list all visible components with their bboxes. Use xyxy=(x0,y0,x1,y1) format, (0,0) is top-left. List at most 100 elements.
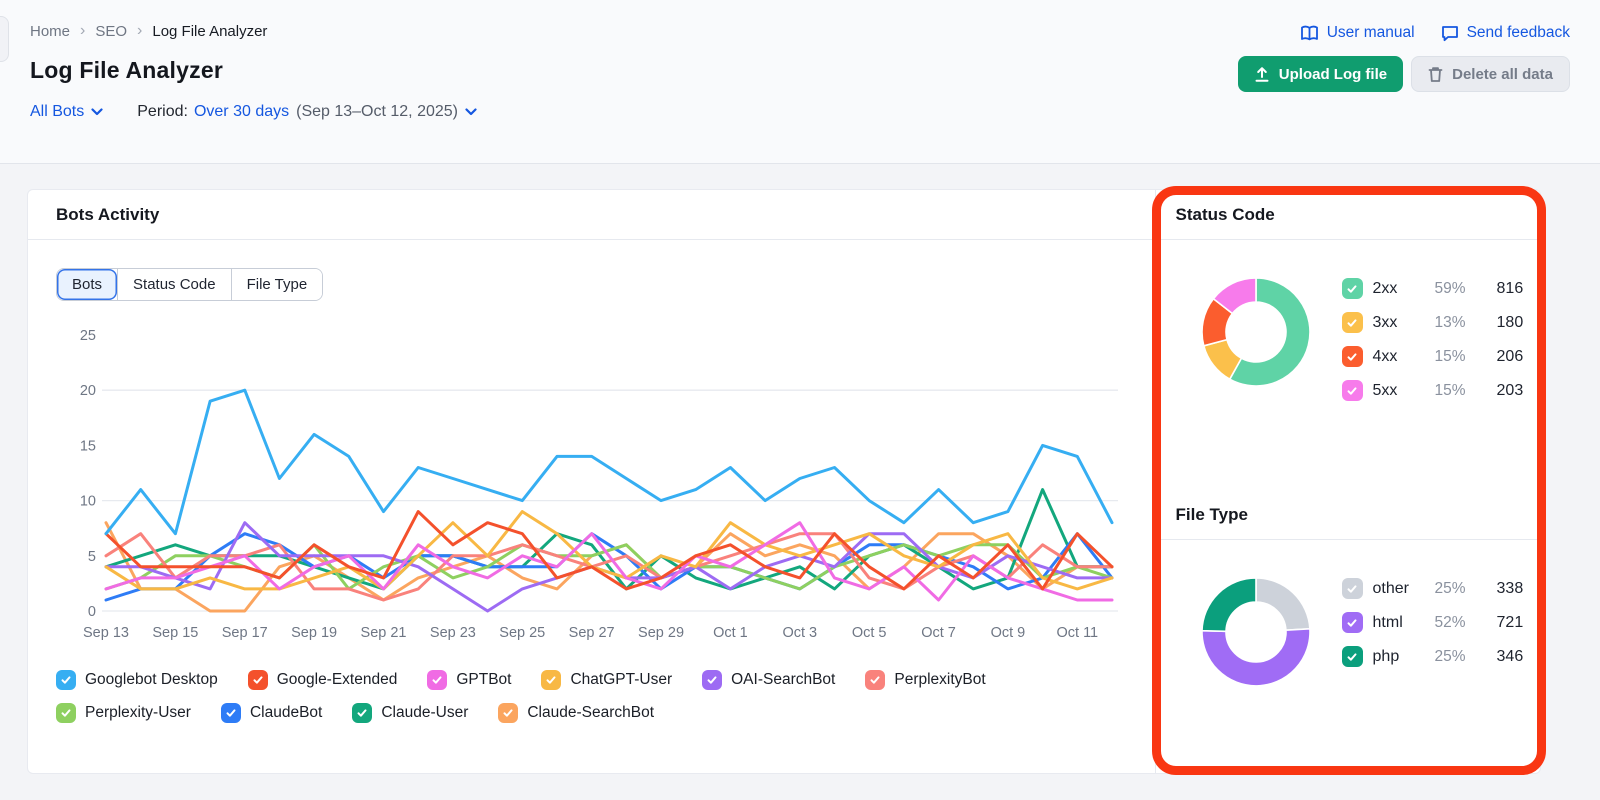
check-icon xyxy=(1347,284,1357,293)
donut-legend-label: 5xx xyxy=(1372,381,1398,399)
header-right: User manual Send feedback Upload Log fil… xyxy=(1237,22,1570,163)
upload-button-label: Upload Log file xyxy=(1278,65,1388,83)
legend-label: OAI-SearchBot xyxy=(731,671,836,688)
x-axis-tick-label: Oct 7 xyxy=(921,625,956,641)
bots-activity-body: Bots Status Code File Type 0 5 10 15 20 25 Sep 1… xyxy=(28,240,1155,723)
donut-legend-value: 346 xyxy=(1496,647,1524,665)
page-content: Bots Activity Bots Status Code File Type 0… xyxy=(0,164,1600,774)
checkbox-2xx[interactable] xyxy=(1341,278,1363,299)
checkbox-checked-icon[interactable] xyxy=(702,670,723,690)
check-icon xyxy=(503,709,513,717)
checkbox-php[interactable] xyxy=(1341,646,1363,667)
checkbox-5xx[interactable] xyxy=(1341,380,1363,401)
delete-all-data-button[interactable]: Delete all data xyxy=(1411,56,1570,92)
x-axis-tick-label: Sep 17 xyxy=(222,625,268,641)
checkbox-checked-icon[interactable] xyxy=(56,670,76,690)
y-axis-tick-label: 20 xyxy=(80,383,96,399)
tab-status-code[interactable]: Status Code xyxy=(117,269,231,300)
donut-legend-percent: 25% xyxy=(1434,579,1466,597)
status-code-legend: 2xx 59% 816 3xx 13% 180 4xx 15% 206 5xx 15% 203 xyxy=(1341,278,1523,401)
checkbox-checked-icon[interactable] xyxy=(498,703,519,723)
donut-legend-percent: 25% xyxy=(1434,647,1466,665)
period-dropdown[interactable]: Over 30 days (Sep 13–Oct 12, 2025) xyxy=(194,103,477,121)
donut-legend-label: other xyxy=(1372,579,1409,597)
checkbox-checked-icon[interactable] xyxy=(220,703,241,723)
x-axis-tick-label: Sep 19 xyxy=(291,625,337,641)
checkbox-checked-icon[interactable] xyxy=(865,670,886,690)
file-type-donut-chart xyxy=(1200,577,1311,687)
y-axis-tick-label: 0 xyxy=(88,604,96,620)
legend-label: Perplexity-User xyxy=(85,704,191,721)
donut-legend-label: html xyxy=(1372,613,1403,631)
checkbox-html[interactable] xyxy=(1341,612,1363,633)
legend-item-googlebot-desktop[interactable]: Googlebot Desktop xyxy=(56,670,218,690)
filters-row: All Bots Period: Over 30 days (Sep 13–Oc… xyxy=(30,103,477,121)
x-axis-tick-label: Oct 3 xyxy=(782,625,817,641)
x-axis-tick-label: Oct 9 xyxy=(991,625,1026,641)
tab-file-type[interactable]: File Type xyxy=(230,269,323,300)
legend-item-oai-searchbot[interactable]: OAI-SearchBot xyxy=(702,670,835,690)
sidebar-collapse-handle[interactable] xyxy=(0,16,9,62)
line-chart-wrap: 0 5 10 15 20 25 Sep 13 Sep 15 Sep 17 Sep 19 Sep 21… xyxy=(56,321,1127,656)
x-axis-tick-label: Sep 29 xyxy=(638,625,684,641)
legend-item-gptbot[interactable]: GPTBot xyxy=(427,670,511,690)
legend-item-google-extended[interactable]: Google-Extended xyxy=(247,670,397,690)
check-icon xyxy=(61,676,71,684)
checkbox-checked-icon[interactable] xyxy=(541,670,562,690)
legend-label: Googlebot Desktop xyxy=(85,671,218,688)
breadcrumb: Home › SEO › Log File Analyzer xyxy=(30,22,477,40)
send-feedback-link[interactable]: Send feedback xyxy=(1441,24,1570,42)
status-code-header: Status Code xyxy=(1155,190,1540,240)
status-code-title: Status Code xyxy=(1175,204,1275,224)
checkbox-4xx[interactable] xyxy=(1341,346,1363,367)
checkbox-checked-icon[interactable] xyxy=(56,703,76,723)
y-axis-tick-label: 10 xyxy=(80,494,96,510)
y-axis-tick-label: 15 xyxy=(80,438,96,454)
period-filter: Period: Over 30 days (Sep 13–Oct 12, 202… xyxy=(137,103,477,121)
checkbox-checked-icon[interactable] xyxy=(352,703,373,723)
checkbox-checked-icon[interactable] xyxy=(427,670,448,690)
x-axis-tick-label: Oct 1 xyxy=(713,625,748,641)
legend-label: PerplexityBot xyxy=(894,671,986,688)
legend-item-chatgpt-user[interactable]: ChatGPT-User xyxy=(541,670,672,690)
breadcrumb-item-seo[interactable]: SEO xyxy=(95,23,127,40)
check-icon xyxy=(546,676,556,684)
chart-view-tabs: Bots Status Code File Type xyxy=(56,268,324,301)
file-type-title: File Type xyxy=(1175,504,1248,524)
bots-filter-dropdown[interactable]: All Bots xyxy=(30,103,103,121)
status-code-body: 2xx 59% 816 3xx 13% 180 4xx 15% 206 5xx 15% 203 xyxy=(1156,240,1540,490)
donut-legend-value: 721 xyxy=(1496,613,1524,631)
checkbox-other[interactable] xyxy=(1341,578,1363,599)
check-icon xyxy=(253,676,263,684)
legend-item-claudebot[interactable]: ClaudeBot xyxy=(220,703,323,723)
dashboard-card: Bots Activity Bots Status Code File Type 0… xyxy=(27,189,1541,774)
tab-bots[interactable]: Bots xyxy=(57,269,118,300)
user-manual-link[interactable]: User manual xyxy=(1300,24,1415,42)
legend-item-perplexitybot[interactable]: PerplexityBot xyxy=(865,670,986,690)
legend-item-claude-searchbot[interactable]: Claude-SearchBot xyxy=(498,703,654,723)
donut-legend-label: 3xx xyxy=(1372,313,1398,331)
checkbox-checked-icon[interactable] xyxy=(247,670,268,690)
legend-item-claude-user[interactable]: Claude-User xyxy=(352,703,468,723)
x-axis-tick-label: Sep 15 xyxy=(152,625,198,641)
checkbox-3xx[interactable] xyxy=(1341,312,1363,333)
check-icon xyxy=(870,676,880,684)
breadcrumb-item-home[interactable]: Home xyxy=(30,23,70,40)
donut-legend-label: 4xx xyxy=(1372,347,1398,365)
donut-slice-php xyxy=(1200,577,1257,633)
donut-legend-percent: 15% xyxy=(1434,347,1466,365)
donut-legend-percent: 13% xyxy=(1434,313,1466,331)
file-type-header: File Type xyxy=(1155,490,1540,540)
y-axis-tick-label: 25 xyxy=(80,328,96,344)
legend-item-perplexity-user[interactable]: Perplexity-User xyxy=(56,703,191,723)
side-panels: Status Code 2xx 59% 816 3xx 13% 180 4xx 15% 206 5… xyxy=(1154,190,1540,773)
legend-label: ChatGPT-User xyxy=(570,671,673,688)
upload-log-file-button[interactable]: Upload Log file xyxy=(1237,56,1404,92)
page-title: Log File Analyzer xyxy=(30,57,223,83)
donut-legend-label: php xyxy=(1372,647,1400,665)
donut-legend-value: 338 xyxy=(1496,579,1524,597)
legend-label: ClaudeBot xyxy=(249,704,323,721)
bots-activity-line-chart: 0 5 10 15 20 25 Sep 13 Sep 15 Sep 17 Sep 19 Sep 21… xyxy=(80,328,1118,641)
donut-slice-html xyxy=(1200,628,1311,687)
x-axis-tick-label: Sep 25 xyxy=(499,625,545,641)
